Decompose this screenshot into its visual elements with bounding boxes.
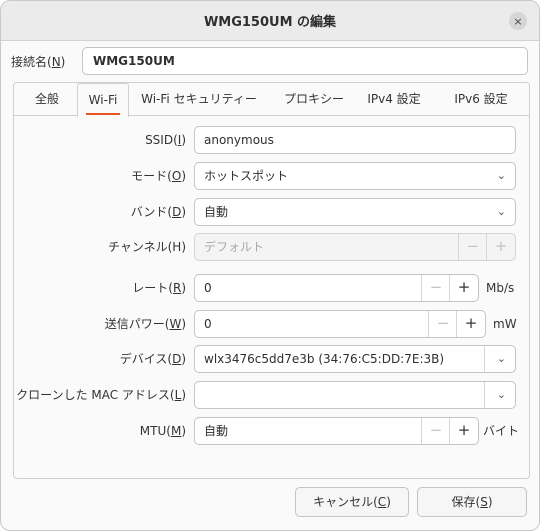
tx-power-increment-button[interactable]: + [457, 311, 485, 337]
tx-power-label: 送信パワー(W) [104, 317, 186, 331]
chevron-down-icon: ⌄ [496, 169, 506, 182]
mtu-value: 自動 [204, 424, 229, 438]
connection-name-input[interactable]: WMG150UM [82, 47, 528, 75]
tx-power-value: 0 [204, 317, 212, 331]
tx-power-stepper[interactable]: 0 − + [194, 310, 486, 338]
titlebar: WMG150UM の編集 × [1, 1, 539, 41]
channel-stepper: デフォルト − + [194, 233, 516, 261]
device-value: wlx3476c5dd7e3b (34:76:C5:DD:7E:3B) [204, 352, 445, 366]
save-button[interactable]: 保存(S) [417, 487, 527, 517]
tab-proxy[interactable]: プロキシー [276, 83, 352, 116]
ssid-label: SSID(I) [145, 133, 186, 147]
window-title: WMG150UM の編集 [203, 15, 337, 30]
mode-label: モード(O) [131, 169, 186, 183]
mode-value: ホットスポット [204, 169, 289, 183]
rate-unit: Mb/s [486, 281, 515, 295]
device-label: デバイス(D) [119, 352, 186, 366]
mtu-decrement-button[interactable]: − [422, 418, 450, 444]
edit-connection-dialog: WMG150UM の編集 × 接続名(N) WMG150UM 全般 Wi-Fi … [0, 0, 540, 531]
close-button[interactable]: × [509, 12, 527, 30]
ssid-input[interactable]: anonymous [194, 126, 516, 154]
band-dropdown[interactable]: 自動 ⌄ [194, 198, 516, 226]
channel-placeholder: デフォルト [204, 240, 265, 254]
mtu-stepper[interactable]: 自動 − + [194, 417, 479, 445]
rate-stepper[interactable]: 0 − + [194, 274, 479, 302]
active-tab-indicator [86, 113, 120, 115]
rate-label: レート(R) [132, 281, 186, 295]
tab-ipv4[interactable]: IPv4 設定 [358, 83, 430, 116]
tab-bar: 全般 Wi-Fi Wi-Fi セキュリティー プロキシー IPv4 設定 IPv… [14, 83, 529, 117]
cloned-mac-label: クローンした MAC アドレス(L) [16, 388, 186, 402]
close-icon: × [513, 14, 523, 28]
device-combo[interactable]: wlx3476c5dd7e3b (34:76:C5:DD:7E:3B) ⌄ [194, 345, 516, 373]
connection-name-row: 接続名(N) WMG150UM [1, 47, 539, 75]
tab-ipv6[interactable]: IPv6 設定 [444, 83, 518, 116]
mode-dropdown[interactable]: ホットスポット ⌄ [194, 162, 516, 190]
channel-decrement-button: − [466, 237, 480, 255]
connection-name-label: 接続名(N) [11, 55, 66, 69]
rate-decrement-button[interactable]: − [422, 275, 450, 301]
cloned-mac-combo[interactable]: ⌄ [194, 381, 516, 409]
tab-wifi[interactable]: Wi-Fi [77, 83, 129, 117]
tx-power-unit: mW [493, 317, 517, 331]
channel-increment-button: + [494, 237, 508, 255]
tab-general[interactable]: 全般 [22, 83, 72, 116]
tab-wifi-security[interactable]: Wi-Fi セキュリティー [135, 83, 263, 116]
band-value: 自動 [204, 205, 229, 219]
band-label: バンド(D) [130, 205, 186, 219]
mtu-increment-button[interactable]: + [450, 418, 478, 444]
chevron-down-icon: ⌄ [496, 205, 506, 218]
channel-label: チャンネル(H) [107, 240, 186, 254]
cancel-button[interactable]: キャンセル(C) [295, 487, 409, 517]
rate-increment-button[interactable]: + [450, 275, 478, 301]
mtu-label: MTU(M) [139, 424, 186, 438]
rate-value: 0 [204, 281, 212, 295]
chevron-down-icon[interactable]: ⌄ [497, 382, 506, 408]
tx-power-decrement-button[interactable]: − [429, 311, 457, 337]
chevron-down-icon[interactable]: ⌄ [497, 346, 506, 372]
mtu-unit: バイト [483, 424, 520, 438]
